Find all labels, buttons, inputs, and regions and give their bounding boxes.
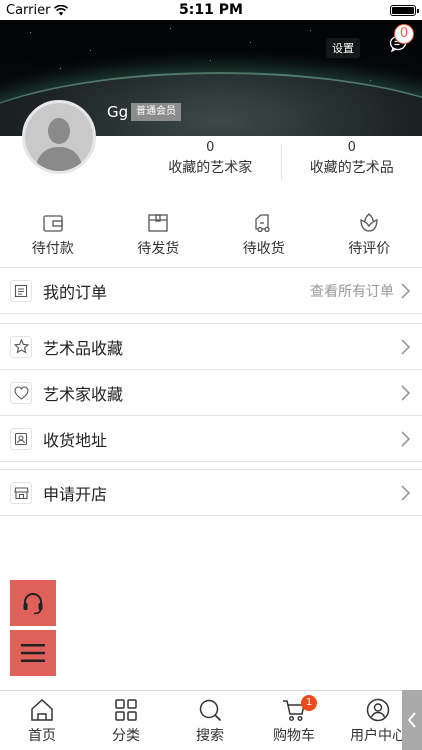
hamburger-icon: [21, 644, 45, 662]
chevron-right-icon: [401, 283, 410, 299]
flower-icon: [360, 213, 378, 232]
star-icon: [10, 335, 32, 358]
tab-search[interactable]: 搜索: [168, 691, 252, 750]
order-pending-shipment[interactable]: 待发货: [106, 205, 212, 265]
battery-icon: [390, 5, 419, 16]
menu-open-shop[interactable]: 申请开店: [0, 470, 422, 516]
bottom-tab-bar: 首页 分类 搜索 1 购物车 用户中心: [0, 690, 422, 750]
heart-icon: [10, 381, 32, 404]
message-count-badge: 0: [394, 24, 414, 44]
tab-cart[interactable]: 1 购物车: [252, 691, 336, 750]
default-avatar-icon: [25, 103, 93, 171]
chevron-right-icon: [401, 339, 410, 355]
stat-favorite-artworks[interactable]: 0 收藏的艺术品: [282, 140, 422, 184]
wallet-icon: [43, 215, 63, 232]
user-icon: [366, 698, 390, 722]
tab-home[interactable]: 首页: [0, 691, 84, 750]
truck-icon: [255, 214, 270, 233]
stat-favorite-artists[interactable]: 0 收藏的艺术家: [140, 140, 281, 184]
my-orders-label: 我的订单: [43, 282, 108, 302]
user-center-page: Carrier 5:11 PM 设置 0 Gg 普通会员 0 收藏的艺术家 0 …: [0, 0, 422, 750]
member-level-badge: 普通会员: [131, 103, 181, 121]
menu-artist-favorites[interactable]: 艺术家收藏: [0, 370, 422, 416]
tab-label: 分类: [112, 728, 140, 744]
my-orders-row[interactable]: 我的订单 查看所有订单: [0, 268, 422, 314]
username: Gg: [107, 103, 129, 121]
shop-icon: [10, 481, 32, 504]
view-all-orders-link[interactable]: 查看所有订单: [310, 281, 394, 301]
order-pending-review[interactable]: 待评价: [317, 205, 422, 265]
order-pending-payment[interactable]: 待付款: [0, 205, 106, 265]
order-label: 待收货: [242, 241, 285, 257]
order-label: 待发货: [137, 241, 180, 257]
package-icon: [148, 214, 168, 232]
tab-label: 首页: [28, 728, 56, 744]
stat-label: 收藏的艺术品: [309, 160, 394, 176]
order-pending-receipt[interactable]: 待收货: [211, 205, 317, 265]
stat-value: 0: [347, 140, 356, 155]
contact-card-icon: [10, 427, 32, 450]
tab-category[interactable]: 分类: [84, 691, 168, 750]
menu-label: 艺术品收藏: [43, 338, 124, 358]
side-drawer-toggle[interactable]: [402, 690, 422, 750]
menu-label: 艺术家收藏: [43, 384, 124, 404]
headset-icon: [23, 593, 43, 615]
my-orders-section: 我的订单 查看所有订单: [0, 267, 422, 314]
grid-icon: [115, 699, 137, 721]
settings-button[interactable]: 设置: [326, 38, 360, 58]
stat-value: 0: [206, 140, 215, 155]
status-time: 5:11 PM: [179, 2, 243, 18]
tab-label: 用户中心: [350, 728, 406, 744]
chevron-right-icon: [401, 385, 410, 401]
order-label: 待评价: [348, 241, 391, 257]
status-bar: Carrier 5:11 PM: [0, 0, 422, 20]
order-status-row: 待付款 待发货 待收货 待评价: [0, 205, 422, 265]
customer-service-button[interactable]: [10, 580, 56, 626]
tab-label: 购物车: [273, 728, 315, 744]
menu-list: 艺术品收藏 艺术家收藏 收货地址 申请开店: [0, 323, 422, 516]
menu-artwork-favorites[interactable]: 艺术品收藏: [0, 324, 422, 370]
order-list-icon: [10, 279, 32, 302]
chevron-right-icon: [401, 485, 410, 501]
menu-button[interactable]: [10, 630, 56, 676]
chevron-left-icon: [407, 712, 416, 728]
section-spacer: [0, 462, 422, 470]
tab-label: 搜索: [196, 728, 224, 744]
search-icon: [199, 699, 222, 722]
home-icon: [31, 698, 53, 721]
avatar[interactable]: [22, 100, 96, 174]
chevron-right-icon: [401, 431, 410, 447]
cart-count-badge: 1: [301, 695, 317, 711]
menu-shipping-address[interactable]: 收货地址: [0, 416, 422, 462]
stat-label: 收藏的艺术家: [168, 160, 253, 176]
favorites-stats: 0 收藏的艺术家 0 收藏的艺术品: [140, 140, 422, 184]
order-label: 待付款: [31, 241, 74, 257]
menu-label: 申请开店: [43, 484, 108, 504]
menu-label: 收货地址: [43, 430, 108, 450]
